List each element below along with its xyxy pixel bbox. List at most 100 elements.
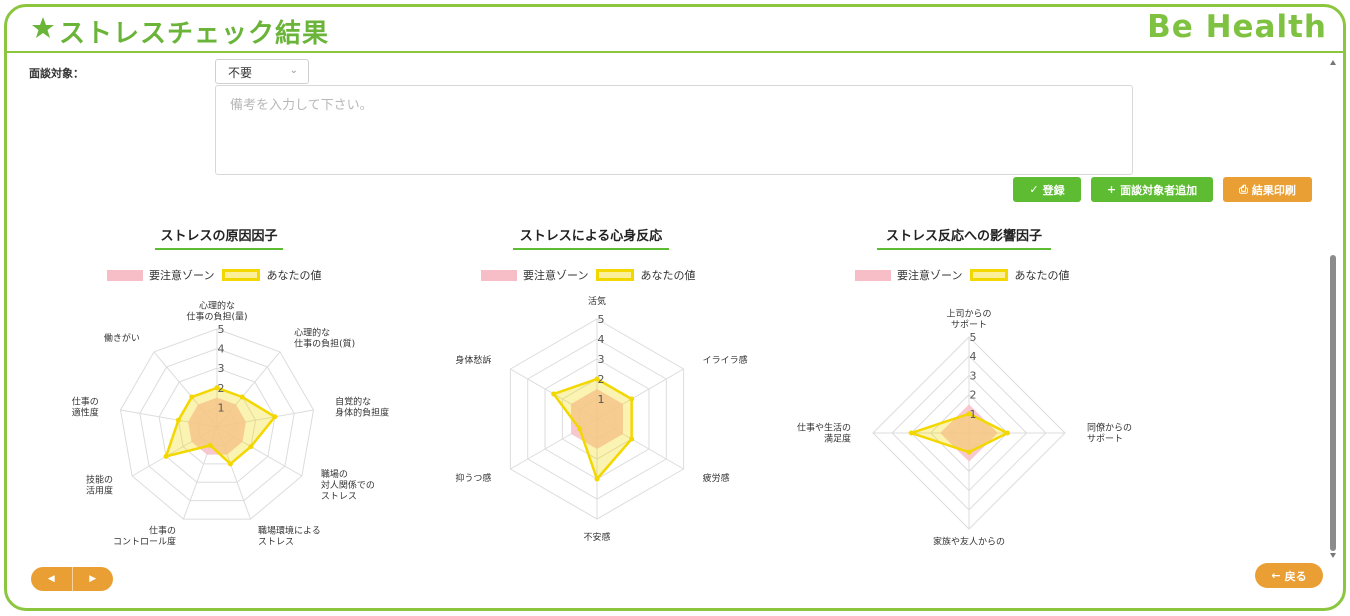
axis-label-line: 心理的な	[294, 327, 330, 339]
chart-title-influencing-factors: ストレス反応への影響因子	[877, 225, 1051, 250]
tick-label: 3	[970, 369, 977, 382]
axis-label: 活気	[588, 295, 606, 307]
your-value-area	[907, 412, 1011, 454]
your-value-point	[577, 426, 583, 432]
axis-label-line: 仕事の	[149, 525, 176, 537]
your-value-point	[908, 430, 914, 436]
axis-label-line: ストレス	[258, 538, 294, 545]
arrow-left-icon: ←	[1271, 569, 1281, 582]
axis-label-line: 技能の	[86, 474, 113, 486]
legend-yours-swatch	[970, 269, 1009, 281]
check-icon: ✓	[1029, 183, 1039, 196]
legend-3: 要注意ゾーン あなたの値	[855, 267, 1069, 283]
axis-label-line: 活用度	[86, 485, 113, 497]
your-value-point	[272, 414, 278, 420]
your-value-point	[207, 442, 213, 448]
axis-label-line: 家族や友人からの	[933, 536, 1005, 546]
add-target-button[interactable]: + 面談対象者追加	[1091, 177, 1213, 202]
your-value-point	[189, 394, 195, 400]
axis-label-line: 職場の	[321, 468, 348, 480]
axis-label: 仕事のコントロール度	[113, 525, 176, 545]
vertical-scrollbar[interactable]	[1329, 59, 1337, 559]
next-button[interactable]: ▶	[73, 567, 114, 591]
tick-label: 3	[218, 362, 225, 375]
axis-label: 身体愁訴	[455, 354, 491, 366]
axis-label-line: 仕事の	[72, 395, 99, 407]
page-title: ストレスチェック結果	[59, 19, 330, 49]
legend-yours-label: あなたの値	[1014, 269, 1070, 282]
axis-label: 疲労感	[703, 472, 730, 484]
axis-label: 不安感	[583, 531, 610, 543]
legend-1: 要注意ゾーン あなたの値	[107, 267, 321, 283]
legend-caution-swatch	[855, 269, 891, 281]
mendan-select[interactable]: 不要 ⌄	[215, 59, 309, 84]
your-value-point	[966, 449, 972, 455]
axis-label: イライラ感	[703, 354, 748, 366]
axis-label-line: 自覚的な	[335, 395, 371, 407]
printer-icon: ⎙	[1239, 182, 1248, 196]
prev-button[interactable]: ◀	[31, 567, 73, 591]
tick-label: 5	[598, 313, 605, 326]
axis-label-line: 不安感	[583, 531, 610, 543]
chevron-down-icon: ⌄	[289, 65, 298, 76]
axis-label-line: 上司からの	[946, 309, 991, 320]
tick-label: 4	[218, 343, 225, 356]
axis-label-line: 満足度	[824, 433, 851, 445]
your-value-point	[163, 453, 169, 459]
be-health-logo: Be Health	[1147, 9, 1327, 45]
axis-label: 職場環境によるストレス	[258, 525, 321, 545]
back-button[interactable]: ← 戻る	[1255, 563, 1323, 588]
mendan-label: 面談対象：	[29, 67, 84, 80]
header: ストレスチェック結果 Be Health	[7, 7, 1343, 53]
back-button-label: 戻る	[1284, 569, 1307, 583]
legend-caution-label: 要注意ゾーン	[523, 269, 589, 282]
radar-chart-stress-causes: 12345心理的な仕事の負担(量)心理的な仕事の負担(質)自覚的な身体的負担度職…	[72, 300, 389, 546]
your-value-point	[551, 391, 557, 397]
main-content: 面談対象： 不要 ⌄ 備考を入力して下さい。 ✓ 登録 + 面談対象者追加 ⎙ …	[7, 55, 1333, 555]
tick-label: 5	[970, 331, 977, 344]
legend-caution-swatch	[481, 269, 517, 281]
axis-label-line: 適性度	[72, 406, 99, 418]
print-button[interactable]: ⎙ 結果印刷	[1223, 177, 1312, 202]
axis-label: 上司からのサポート	[946, 309, 991, 331]
axis-label-line: 心理的な	[199, 300, 235, 312]
tick-label: 1	[598, 393, 605, 406]
remarks-textarea[interactable]: 備考を入力して下さい。	[215, 85, 1133, 175]
your-value-point	[1004, 430, 1010, 436]
tick-label: 4	[970, 350, 977, 363]
tick-label: 2	[598, 373, 605, 386]
chevron-right-icon: ▶	[89, 574, 97, 584]
print-button-label: 結果印刷	[1251, 183, 1296, 197]
radar-chart-influencing-factors: 12345上司からのサポート同僚からのサポート家族や友人からのサポート仕事や生活…	[797, 309, 1132, 546]
axis-label-line: 仕事の負担(質)	[294, 338, 355, 350]
axis-label-line: 仕事や生活の	[797, 422, 851, 434]
axis-label: 同僚からのサポート	[1087, 422, 1132, 445]
axis-label-line: イライラ感	[703, 354, 748, 366]
your-value-point	[594, 476, 600, 482]
axis-label: 家族や友人からのサポート	[933, 536, 1005, 546]
register-button[interactable]: ✓ 登録	[1013, 177, 1081, 202]
axis-label-line: 職場環境による	[258, 525, 321, 537]
legend-caution-swatch	[107, 269, 143, 281]
axis-label: 働きがい	[104, 332, 140, 344]
tick-label: 5	[218, 323, 225, 336]
legend-2: 要注意ゾーン あなたの値	[481, 267, 695, 283]
tick-label: 1	[218, 401, 225, 414]
page-nav: ◀ ▶	[31, 567, 113, 591]
legend-yours-label: あなたの値	[266, 269, 322, 282]
your-value-point	[629, 396, 635, 402]
chart-title-stress-causes: ストレスの原因因子	[155, 225, 283, 250]
axis-label-line: サポート	[951, 320, 987, 331]
scrollbar-graphic	[1330, 60, 1336, 558]
axis-label: 心理的な仕事の負担(質)	[294, 327, 355, 350]
your-value-point	[248, 444, 254, 450]
legend-yours-swatch	[596, 269, 635, 281]
axis-label-line: 同僚からの	[1087, 422, 1132, 434]
your-value-point	[239, 394, 245, 400]
tick-label: 2	[218, 382, 225, 395]
tick-label: 4	[598, 333, 605, 346]
mendan-select-value: 不要	[228, 66, 253, 80]
tick-label: 1	[970, 408, 977, 421]
legend-caution-label: 要注意ゾーン	[149, 269, 215, 282]
axis-label-line: 抑うつ感	[455, 472, 491, 484]
